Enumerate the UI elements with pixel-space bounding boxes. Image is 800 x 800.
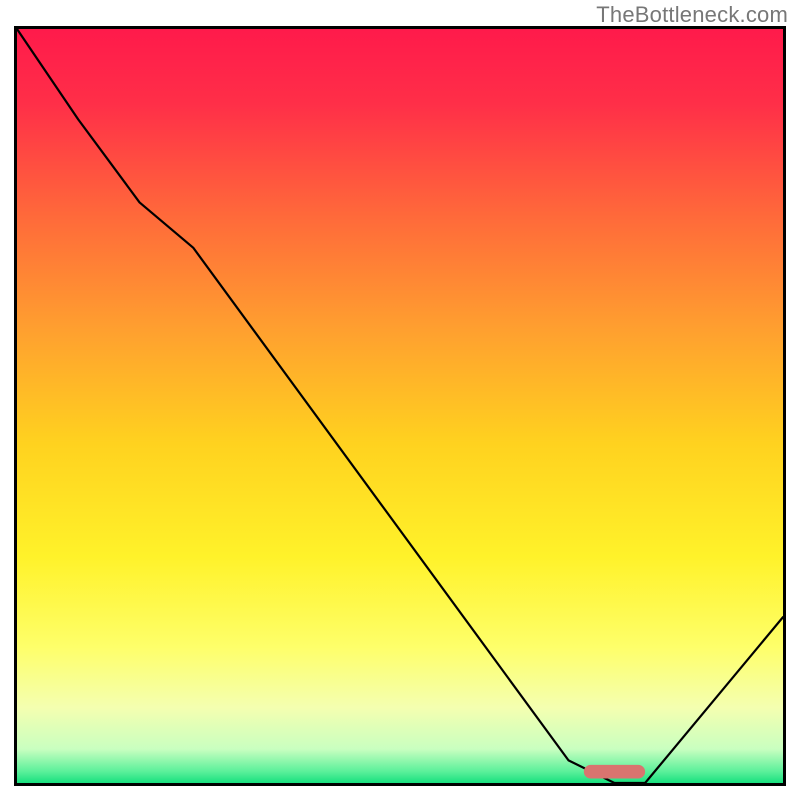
- bottleneck-curve: [17, 29, 783, 783]
- optimal-range-marker: [584, 765, 645, 779]
- curve-layer: [17, 29, 783, 783]
- chart-frame: TheBottleneck.com: [0, 0, 800, 800]
- plot-area: [17, 29, 783, 783]
- plot-border: [14, 26, 786, 786]
- watermark-text: TheBottleneck.com: [596, 2, 788, 28]
